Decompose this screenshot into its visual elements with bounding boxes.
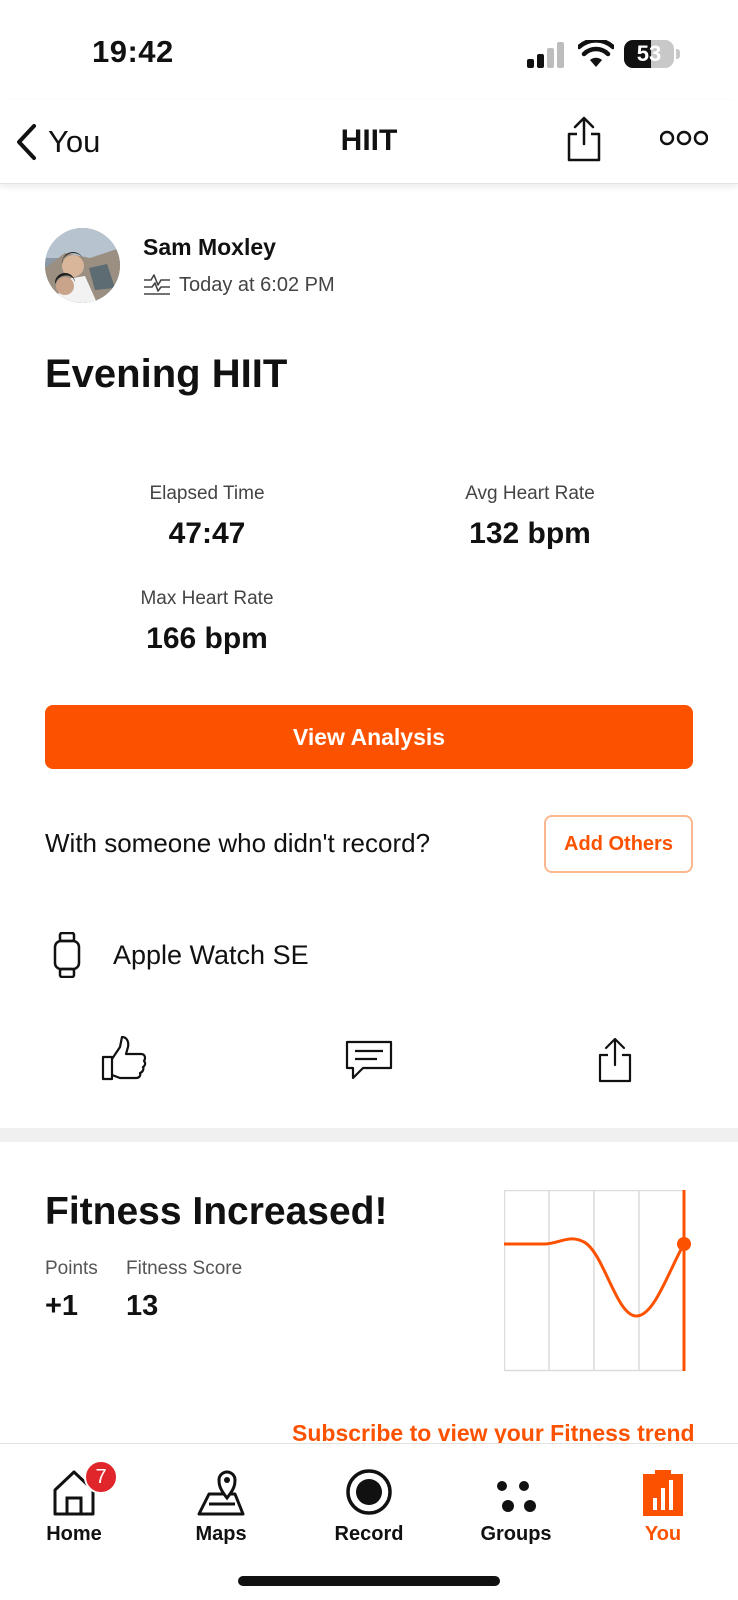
battery-cap xyxy=(676,49,680,59)
view-analysis-button[interactable]: View Analysis xyxy=(45,705,693,769)
stat-label: Max Heart Rate xyxy=(140,588,274,609)
stat-value: 166 bpm xyxy=(146,622,268,655)
points-label: Points xyxy=(45,1258,98,1279)
tab-record[interactable]: Record xyxy=(309,1454,429,1546)
athlete-name[interactable]: Sam Moxley xyxy=(143,234,276,261)
notification-badge: 7 xyxy=(84,1460,118,1494)
back-label: You xyxy=(48,124,101,159)
page-title: HIIT xyxy=(340,124,398,157)
fitness-score-value: 13 xyxy=(126,1290,159,1322)
stat-max-heart-rate: Max Heart Rate 166 bpm xyxy=(77,588,337,656)
tab-label: Home xyxy=(46,1523,102,1545)
stat-elapsed-time: Elapsed Time 47:47 xyxy=(77,483,337,551)
tab-you[interactable]: You xyxy=(603,1454,723,1546)
points-value: +1 xyxy=(45,1290,79,1322)
stat-avg-heart-rate: Avg Heart Rate 132 bpm xyxy=(400,483,660,551)
kudos-thumbs-up-icon[interactable] xyxy=(100,1035,148,1081)
status-time: 19:42 xyxy=(92,34,174,69)
tab-home[interactable]: 7 Home xyxy=(14,1454,134,1546)
status-bar: 19:42 53 xyxy=(0,0,738,100)
stat-label: Avg Heart Rate xyxy=(465,483,595,504)
workout-type-icon xyxy=(144,274,170,295)
chevron-left-icon xyxy=(17,124,36,160)
comment-icon[interactable] xyxy=(345,1040,393,1080)
tab-maps[interactable]: Maps xyxy=(161,1454,281,1546)
wifi-icon xyxy=(578,40,614,67)
avatar[interactable] xyxy=(45,228,120,303)
tab-groups[interactable]: Groups xyxy=(456,1454,576,1546)
battery-icon: 53 xyxy=(624,40,674,68)
you-icon xyxy=(643,1470,683,1516)
current-point xyxy=(677,1237,691,1251)
stat-value: 47:47 xyxy=(168,517,246,550)
stat-value: 132 bpm xyxy=(469,517,591,550)
battery-level: 53 xyxy=(636,41,662,66)
share-activity-icon[interactable] xyxy=(597,1037,633,1083)
add-others-button[interactable]: Add Others xyxy=(544,815,693,873)
fitness-trend-chart[interactable] xyxy=(504,1190,696,1372)
activity-timestamp: Today at 6:02 PM xyxy=(179,273,335,296)
maps-icon xyxy=(197,1470,245,1516)
stat-label: Elapsed Time xyxy=(149,483,265,504)
tab-label: Groups xyxy=(480,1523,552,1545)
tab-label: You xyxy=(644,1523,682,1545)
home-indicator xyxy=(238,1576,500,1586)
activity-meta: Today at 6:02 PM xyxy=(143,272,335,298)
nav-header: You HIIT xyxy=(0,100,738,184)
section-divider xyxy=(0,1128,738,1142)
with-someone-prompt: With someone who didn't record? xyxy=(45,828,431,858)
watch-icon xyxy=(53,932,81,978)
fitness-title: Fitness Increased! xyxy=(45,1190,388,1233)
fitness-score-label: Fitness Score xyxy=(126,1258,243,1279)
back-button[interactable]: You xyxy=(14,122,100,162)
tab-label: Record xyxy=(334,1523,404,1545)
share-icon[interactable] xyxy=(566,116,602,162)
groups-icon xyxy=(497,1481,536,1512)
device-name: Apple Watch SE xyxy=(113,940,309,970)
cellular-signal-icon xyxy=(527,42,564,68)
tab-label: Maps xyxy=(195,1523,247,1545)
more-options-icon[interactable] xyxy=(660,128,708,148)
activity-title: Evening HIIT xyxy=(45,352,288,396)
record-icon xyxy=(346,1469,392,1515)
